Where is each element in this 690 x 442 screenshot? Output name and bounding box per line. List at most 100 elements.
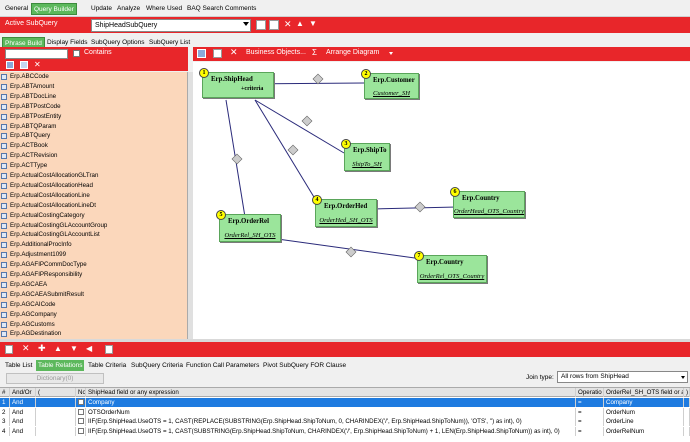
row-open-paren[interactable]	[36, 426, 76, 436]
tab-subquery-criteria[interactable]: SubQuery Criteria	[129, 360, 185, 371]
node-shiphead[interactable]: 1 Erp.ShipHead +criteria	[199, 68, 274, 98]
table-list-item[interactable]: Erp.ActualCostAllocationHead	[0, 181, 187, 191]
table-list-item[interactable]: Erp.AGCAEASubmitResult	[0, 290, 187, 300]
table-list-item[interactable]: Erp.AGCustoms	[0, 320, 187, 330]
row-other-field[interactable]: OrderLine	[604, 417, 684, 427]
tab-table-relations[interactable]: Table Relations	[36, 360, 85, 371]
table-list-item[interactable]: Erp.AGCompany	[0, 310, 187, 320]
chevron-down-icon[interactable]	[243, 22, 249, 26]
row-other-field[interactable]: OrderNum	[604, 407, 684, 417]
business-objects-button[interactable]: Business Objects...	[246, 49, 306, 56]
list-view-icon[interactable]	[20, 61, 28, 69]
close-icon[interactable]: ✕	[34, 60, 41, 69]
table-row[interactable]: 4 And IIF(Erp.ShipHead.UseOTS = 1, CAST(SU…	[0, 426, 690, 436]
node-orderhed[interactable]: 4 Erp.OrderHed OrderHed_SH_OTS	[312, 195, 377, 227]
table-search-input[interactable]	[5, 49, 68, 59]
node-orderrel[interactable]: 5 Erp.OrderRel OrderRel_SH_OTS	[216, 210, 281, 242]
row-other-field[interactable]: OrderRelNum	[604, 426, 684, 436]
table-row[interactable]: 1 And Company = Company	[0, 398, 690, 407]
tab-comments[interactable]: Comments	[223, 3, 258, 15]
row-number[interactable]: 1	[0, 398, 10, 407]
move-down-icon[interactable]: ▼	[70, 344, 78, 353]
row-open-paren[interactable]	[36, 417, 76, 427]
join-type-select[interactable]: All rows from ShipHead	[557, 371, 688, 383]
row-close-paren[interactable]	[684, 417, 690, 427]
arrange-diagram-button[interactable]: Arrange Diagram	[326, 49, 379, 56]
chevron-down-icon[interactable]	[681, 376, 685, 379]
tree-view-icon[interactable]	[6, 61, 14, 69]
tab-update[interactable]: Update	[89, 3, 114, 15]
remove-table-icon[interactable]: ✕	[230, 47, 238, 58]
table-list-item[interactable]: Erp.AGAFIPResponsibility	[0, 270, 187, 280]
row-open-paren[interactable]	[36, 398, 76, 407]
table-row[interactable]: 3 And IIF(Erp.ShipHead.UseOTS = 1, CAST(RE…	[0, 417, 690, 427]
table-list-item[interactable]: Erp.ABTAmount	[0, 82, 187, 92]
subquery-add-icon[interactable]	[256, 20, 266, 30]
table-list-item[interactable]: Erp.ActualCostingGLAccountGroup	[0, 221, 187, 231]
table-list-item[interactable]: Erp.ABTDocLine	[0, 92, 187, 102]
row-other-field[interactable]: Company	[604, 398, 684, 407]
row-not-checkbox[interactable]	[76, 426, 86, 436]
row-not-checkbox[interactable]	[76, 417, 86, 427]
tab-query-builder[interactable]: Query Builder	[31, 3, 77, 15]
row-close-paren[interactable]	[684, 407, 690, 417]
row-number[interactable]: 4	[0, 426, 10, 436]
not-checkbox[interactable]	[78, 408, 84, 415]
table-list-item[interactable]: Erp.ActualCostAllocationLine	[0, 191, 187, 201]
node-country-orderhead[interactable]: 6 Erp.Country OrderHead_OTS_Country	[450, 187, 525, 218]
node-customer[interactable]: 2 Erp.Customer Customer_SH	[361, 69, 419, 99]
row-andor[interactable]: And	[10, 407, 36, 417]
tab-analyze[interactable]: Analyze	[115, 3, 142, 15]
node-shipto[interactable]: 3 Erp.ShipTo ShipTo_SH	[341, 139, 390, 171]
row-operation[interactable]: =	[576, 426, 604, 436]
new-relation-icon[interactable]	[5, 345, 13, 354]
table-list-item[interactable]: Erp.AGCAEA	[0, 280, 187, 290]
row-number[interactable]: 3	[0, 417, 10, 427]
table-list-item[interactable]: Erp.ACTBook	[0, 141, 187, 151]
table-list-item[interactable]: Erp.ACTType	[0, 161, 187, 171]
table-list-item[interactable]: Erp.AGAFIPCommDocType	[0, 260, 187, 270]
tab-general[interactable]: General	[3, 3, 30, 15]
table-list-item[interactable]: Erp.AGCAICode	[0, 300, 187, 310]
row-field-expression[interactable]: IIF(Erp.ShipHead.UseOTS = 1, CAST(SUBSTR…	[86, 426, 576, 436]
tab-pivot-subquery[interactable]: Pivot SubQuery FOR Clause	[261, 360, 348, 371]
not-checkbox[interactable]	[78, 418, 84, 425]
node-country-orderrel[interactable]: 7 Erp.Country OrderRel_OTS_Country	[414, 251, 487, 283]
add-table-icon[interactable]	[213, 49, 222, 58]
arrange-chevron-down-icon[interactable]	[389, 52, 393, 55]
sigma-icon[interactable]: Σ	[312, 48, 317, 57]
table-row[interactable]: 2 And OTSOrderNum = OrderNum	[0, 407, 690, 417]
diagram-icon[interactable]	[197, 49, 206, 58]
tab-table-list[interactable]: Table List	[3, 360, 34, 371]
table-list-item[interactable]: Erp.AdditionalProcInfo	[0, 240, 187, 250]
row-andor[interactable]: And	[10, 417, 36, 427]
add-row-icon[interactable]: ✚	[38, 343, 46, 354]
contains-checkbox[interactable]	[73, 50, 80, 57]
delete-icon[interactable]: ✕	[284, 19, 292, 30]
row-andor[interactable]: And	[10, 398, 36, 407]
table-list-item[interactable]: Erp.AGDestination	[0, 329, 187, 339]
table-list-item[interactable]: Erp.ABTPostCode	[0, 102, 187, 112]
row-close-paren[interactable]	[684, 398, 690, 407]
table-list-item[interactable]: Erp.ActualCostAllocationLineDt	[0, 201, 187, 211]
tab-where-used[interactable]: Where Used	[144, 3, 184, 15]
move-down-icon[interactable]: ▼	[309, 19, 317, 28]
table-list-item[interactable]: Erp.ABTQParam	[0, 122, 187, 132]
diagram-canvas[interactable]: 1 Erp.ShipHead +criteria 2 Erp.Customer …	[193, 62, 690, 339]
row-number[interactable]: 2	[0, 407, 10, 417]
row-close-paren[interactable]	[684, 426, 690, 436]
tab-baq-search[interactable]: BAQ Search	[185, 3, 225, 15]
move-up-icon[interactable]: ▲	[54, 344, 62, 353]
new-subquery-icon[interactable]	[269, 20, 279, 30]
table-list-item[interactable]: Erp.ActualCostAllocationGLTran	[0, 171, 187, 181]
row-andor[interactable]: And	[10, 426, 36, 436]
copy-icon[interactable]	[105, 345, 113, 354]
active-subquery-select[interactable]: ShipHeadSubQuery	[91, 19, 251, 32]
row-field-expression[interactable]: IIF(Erp.ShipHead.UseOTS = 1, CAST(REPLAC…	[86, 417, 576, 427]
table-list-item[interactable]: Erp.ABTQuery	[0, 131, 187, 141]
tab-table-criteria[interactable]: Table Criteria	[86, 360, 128, 371]
not-checkbox[interactable]	[78, 399, 84, 405]
row-open-paren[interactable]	[36, 407, 76, 417]
table-list-item[interactable]: Erp.ACTRevision	[0, 151, 187, 161]
row-operation[interactable]: =	[576, 398, 604, 407]
